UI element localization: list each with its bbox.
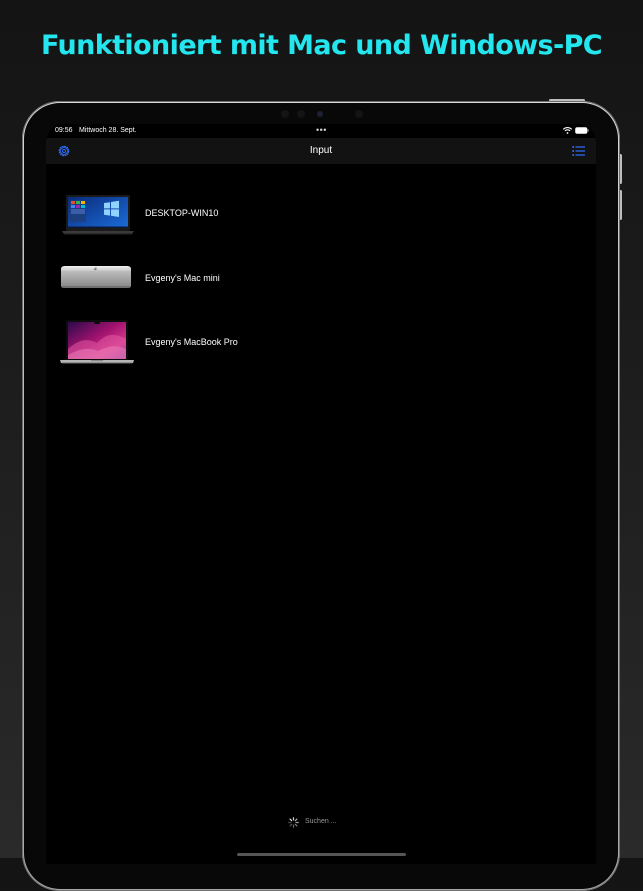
battery-icon [575, 127, 589, 134]
camera-icon [317, 111, 323, 117]
status-time: 09:56 [55, 127, 73, 134]
macbook-pro-icon [60, 320, 134, 364]
sensor-dot [281, 110, 289, 118]
spinner-icon [288, 817, 299, 828]
device-name: DESKTOP-WIN10 [145, 208, 219, 218]
wifi-icon [563, 127, 572, 134]
windows-laptop-icon [62, 195, 134, 235]
device-row-desktop-win10[interactable]: DESKTOP-WIN10 [46, 184, 596, 249]
device-row-mac-mini[interactable]: Evgeny's Mac mini [46, 249, 596, 314]
status-bar: 09:56 Mittwoch 28. Sept. ••• [46, 124, 596, 138]
device-name: Evgeny's Mac mini [145, 272, 220, 283]
status-date: Mittwoch 28. Sept. [79, 127, 137, 134]
list-icon[interactable] [572, 145, 585, 157]
mac-mini-icon [61, 265, 131, 288]
home-indicator[interactable] [237, 853, 406, 856]
device-row-macbook-pro[interactable]: Evgeny's MacBook Pro [46, 313, 596, 378]
nav-title: Input [309, 145, 333, 156]
multitask-icon[interactable]: ••• [316, 125, 327, 135]
nav-bar: Input [46, 138, 596, 164]
sensor-dot [297, 110, 305, 118]
device-list: DESKTOP-WIN10 Evgeny's Mac mini Evgeny's… [46, 184, 596, 378]
searching-label: Suchen ... [305, 818, 337, 825]
headline: Funktioniert mit Mac und Windows-PC [41, 30, 603, 61]
searching-status: Suchen ... [46, 816, 596, 830]
sensor-dot [355, 110, 363, 118]
device-name: Evgeny's MacBook Pro [145, 337, 238, 347]
app-screen: 09:56 Mittwoch 28. Sept. ••• Input DESKT… [46, 124, 596, 864]
